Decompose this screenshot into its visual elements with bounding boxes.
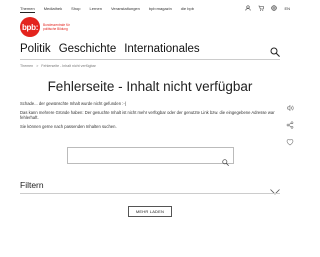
- page-title: Fehlerseite - Inhalt nicht verfügbar: [47, 79, 253, 94]
- search-box: [67, 147, 234, 168]
- bpb-logo[interactable]: bpb: Bundeszentrale für politische Bildu…: [20, 17, 79, 37]
- cart-icon[interactable]: [258, 5, 265, 11]
- breadcrumb-item-themen[interactable]: Themen: [20, 64, 33, 68]
- globe-icon[interactable]: [271, 5, 278, 11]
- error-paragraph: Das kann mehrere Gründe haben: Der gesuc…: [20, 109, 275, 120]
- search-input[interactable]: [68, 152, 233, 168]
- breadcrumb: Themen > Fehlerseite - Inhalt nicht verf…: [20, 64, 96, 68]
- load-more-button[interactable]: MEHR LADEN: [128, 206, 172, 217]
- topnav-item-lernen[interactable]: Lernen: [90, 6, 102, 11]
- mainnav-item-internationales[interactable]: Internationales: [124, 43, 199, 55]
- header-divider: [20, 59, 280, 60]
- topnav-item-mediathek[interactable]: Mediathek: [44, 6, 62, 11]
- top-navigation: Themen Mediathek Shop Lernen Veranstaltu…: [20, 4, 290, 13]
- topnav-item-shop[interactable]: Shop: [71, 6, 80, 11]
- user-icon[interactable]: [245, 5, 251, 11]
- mainnav-item-geschichte[interactable]: Geschichte: [59, 43, 117, 55]
- breadcrumb-item-current: Fehlerseite - Inhalt nicht verfügbar: [41, 64, 96, 68]
- breadcrumb-separator: >: [36, 64, 39, 68]
- listen-icon[interactable]: [286, 104, 294, 112]
- search-icon[interactable]: [222, 153, 229, 166]
- main-navigation: Politik Geschichte Internationales: [20, 43, 280, 57]
- topnav-item-veranstaltungen[interactable]: Veranstaltungen: [111, 6, 140, 11]
- bookmark-icon[interactable]: [286, 138, 294, 146]
- mainnav-item-politik[interactable]: Politik: [20, 43, 51, 55]
- topnav-utilities: EN: [245, 5, 290, 11]
- topnav-item-themen[interactable]: Themen: [20, 6, 35, 13]
- share-icon[interactable]: [286, 121, 294, 129]
- error-paragraph: Sie können gerne nach passenden Inhalten…: [20, 123, 117, 129]
- filter-label: Filtern: [20, 180, 44, 190]
- chevron-down-icon[interactable]: [270, 182, 280, 195]
- topnav-item-magazin[interactable]: bpb:magazin: [149, 6, 172, 11]
- topnav-item-die-bpb[interactable]: die bpb: [181, 6, 194, 11]
- logo-mark: bpb:: [20, 17, 40, 37]
- error-message: Schade... der gewünschte Inhalt wurde ni…: [20, 101, 275, 132]
- logo-subtitle: Bundeszentrale für politische Bildung: [43, 23, 70, 31]
- filter-toggle[interactable]: Filtern: [20, 180, 280, 195]
- side-toolbar: [285, 104, 295, 146]
- error-paragraph: Schade... der gewünschte Inhalt wurde ni…: [20, 101, 127, 106]
- language-switch[interactable]: EN: [284, 6, 290, 11]
- filter-divider: [20, 193, 280, 194]
- search-icon[interactable]: [270, 44, 280, 57]
